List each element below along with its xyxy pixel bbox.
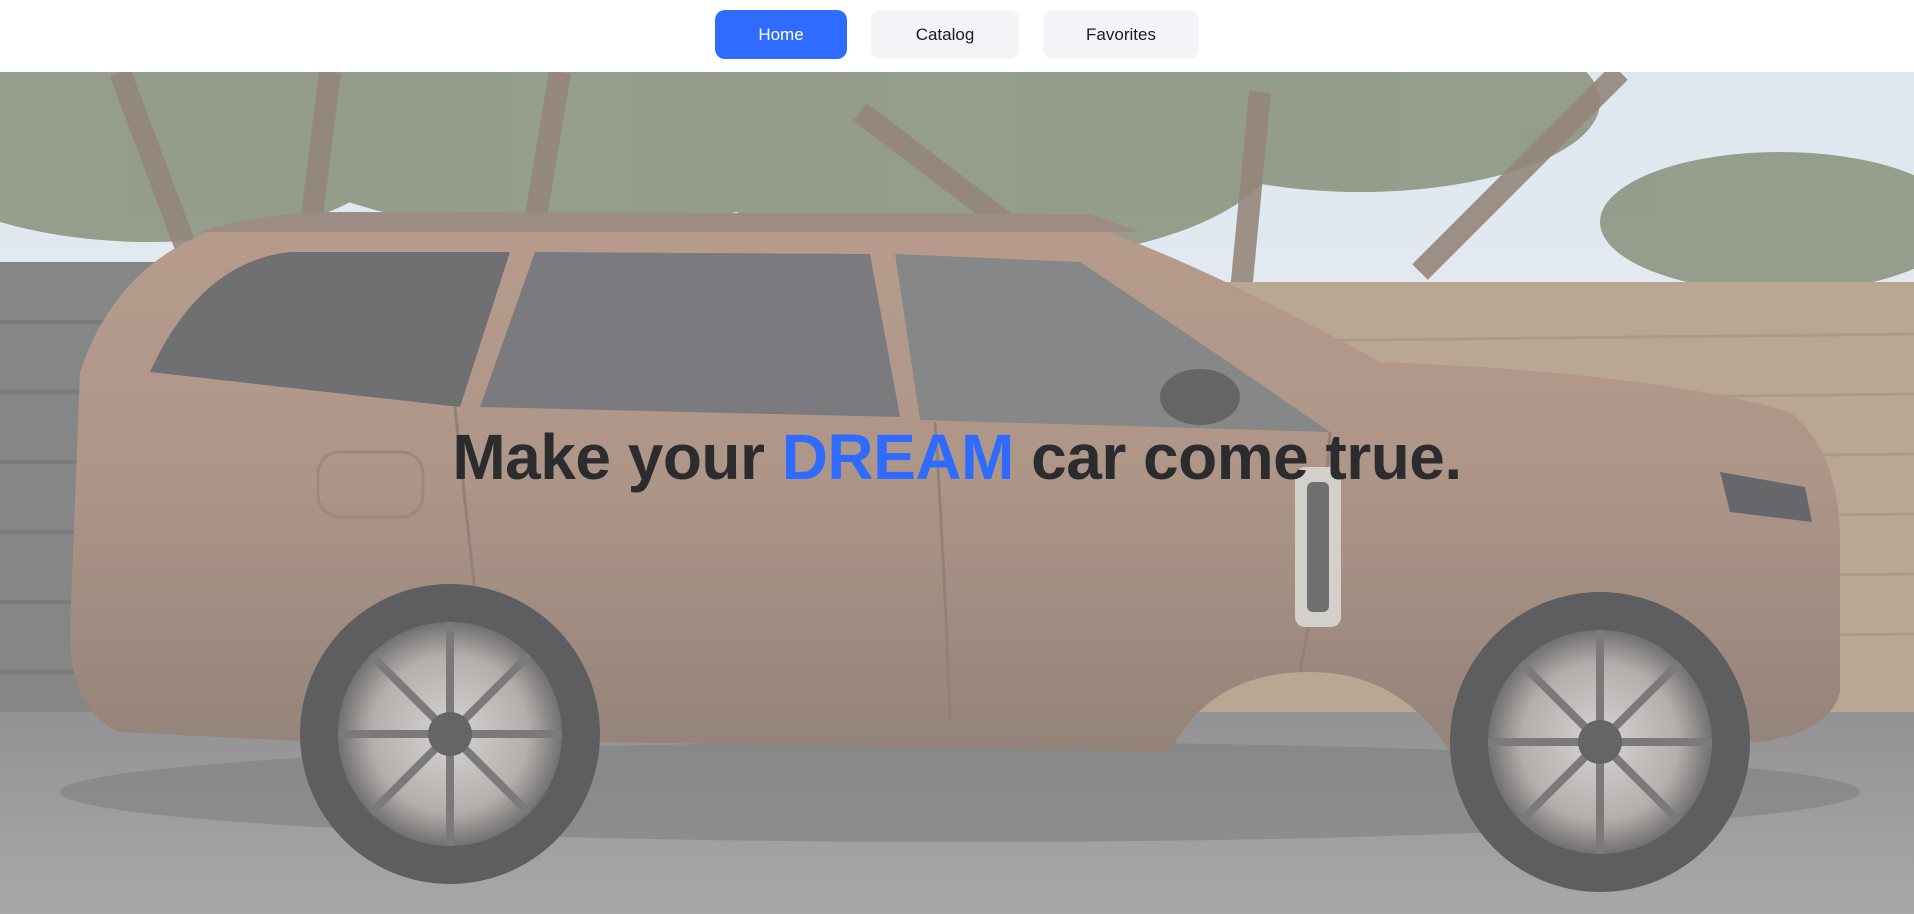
headline-text-after: car come true. (1013, 421, 1462, 493)
nav-favorites-button[interactable]: Favorites (1043, 10, 1199, 59)
headline-text-before: Make your (452, 421, 782, 493)
headline-highlight: DREAM (781, 421, 1015, 493)
nav-home-button[interactable]: Home (715, 10, 847, 59)
nav-catalog-button[interactable]: Catalog (871, 10, 1019, 59)
hero-headline: Make your DREAM car come true. (0, 420, 1914, 494)
top-navigation: Home Catalog Favorites (0, 0, 1914, 72)
hero-section: Make your DREAM car come true. (0, 72, 1914, 914)
